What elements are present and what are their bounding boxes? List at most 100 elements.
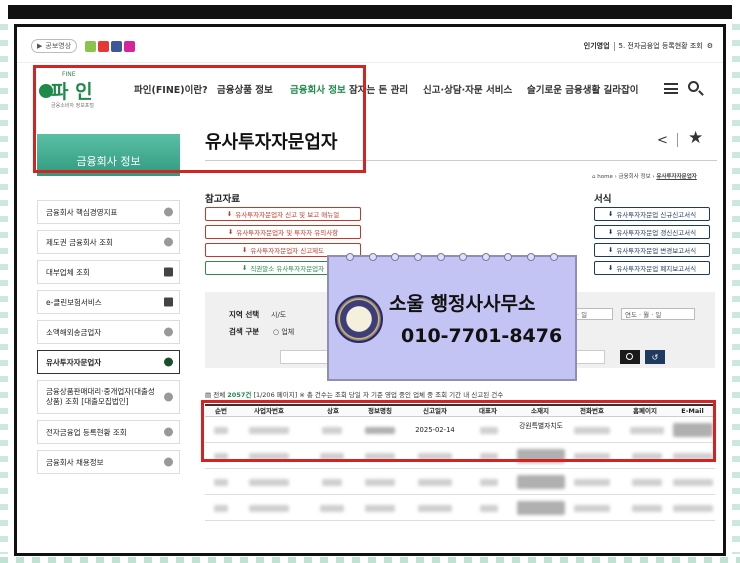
region-select[interactable]: 시/도 bbox=[271, 310, 286, 320]
sns-links bbox=[85, 40, 136, 52]
share-icon[interactable]: < bbox=[657, 133, 668, 148]
chevron-right-icon bbox=[164, 457, 173, 467]
radio-label: 업체 bbox=[281, 328, 295, 336]
ad-phone-number: 010-7701-8476 bbox=[401, 325, 563, 347]
home-icon[interactable]: ⌂ bbox=[592, 174, 596, 180]
sidebar-item-remittance[interactable]: 소액해외송금업자 bbox=[37, 320, 180, 344]
sidebar-item-label: 유사투자자문업자 bbox=[46, 357, 102, 367]
total-prefix: 전체 bbox=[213, 391, 226, 399]
cell-redacted bbox=[671, 495, 715, 521]
sidebar-item-lenders[interactable]: 대부업체 조회 bbox=[37, 260, 180, 284]
cell-redacted bbox=[671, 469, 715, 495]
cell-redacted bbox=[511, 469, 571, 495]
settings-icon[interactable]: ⚙ bbox=[707, 42, 713, 50]
external-link-icon bbox=[164, 297, 173, 307]
home-video-button[interactable]: ▶ 공보영상 bbox=[31, 39, 78, 53]
button-label: 직권말소 유사투자자문업자 bbox=[250, 265, 325, 273]
cell-redacted bbox=[467, 469, 511, 495]
blog-icon[interactable] bbox=[85, 40, 97, 52]
binder-rings bbox=[329, 253, 575, 263]
chevron-right-icon bbox=[164, 427, 173, 437]
sidebar-item-eclean[interactable]: e-클린보험서비스 bbox=[37, 290, 180, 314]
end-date-field[interactable]: 연도 · 월 · 일 bbox=[621, 308, 695, 320]
seal-icon bbox=[335, 295, 383, 343]
instagram-icon[interactable] bbox=[124, 40, 136, 52]
reset-button[interactable]: ↺ bbox=[645, 350, 665, 364]
cell-redacted bbox=[623, 469, 671, 495]
download-icon: ⬇ bbox=[607, 264, 614, 272]
youtube-icon[interactable] bbox=[98, 40, 110, 52]
form-button-new[interactable]: ⬇ 유사투자자문업 신규신고서식 bbox=[594, 207, 710, 221]
sidebar-item-label: 금융상품판매대리·중개업자(대출성 상품) 조회 [대출모집법인] bbox=[46, 386, 155, 406]
button-label: 유사투자자문업 폐지보고서식 bbox=[616, 265, 697, 273]
button-label: 유사투자자문업자 신고 및 보고 매뉴얼 bbox=[235, 211, 340, 219]
breadcrumb-section[interactable]: 금융회사 정보 bbox=[619, 174, 651, 180]
form-button-close[interactable]: ⬇ 유사투자자문업 폐지보고서식 bbox=[594, 261, 710, 275]
cell-redacted bbox=[241, 495, 297, 521]
popular-label: 인기영업 bbox=[583, 42, 610, 50]
form-button-renew[interactable]: ⬇ 유사투자자문업 갱신신고서식 bbox=[594, 225, 710, 239]
nav-item-guide[interactable]: 슬기로운 금융생활 길라잡이 bbox=[527, 82, 639, 96]
hamburger-menu-icon[interactable] bbox=[664, 83, 678, 94]
divider bbox=[613, 41, 615, 51]
search-type-radio[interactable]: ○ 업체 bbox=[273, 327, 294, 337]
sidebar-item-label: 금융회사 핵심경영지표 bbox=[46, 207, 118, 217]
sidebar-item-label: 대부업체 조회 bbox=[46, 267, 90, 277]
ad-banner[interactable]: 소울 행정사사무소 010-7701-8476 bbox=[327, 253, 577, 381]
search-icon[interactable] bbox=[688, 81, 699, 92]
facebook-icon[interactable] bbox=[111, 40, 123, 52]
sidebar-item-recruit[interactable]: 금융회사 채용정보 bbox=[37, 450, 180, 474]
chevron-right-icon bbox=[164, 392, 173, 402]
chevron-right-icon bbox=[164, 237, 173, 247]
popular-ticker[interactable]: 인기영업 5. 전자금융업 등록현황 조회 ⚙ bbox=[584, 41, 713, 51]
form-button-change[interactable]: ⬇ 유사투자자문업 변경보고서식 bbox=[594, 243, 710, 257]
cell-redacted bbox=[305, 495, 359, 521]
cell-redacted bbox=[209, 469, 233, 495]
cell-redacted bbox=[567, 495, 617, 521]
sidebar-item-agents[interactable]: 금융상품판매대리·중개업자(대출성 상품) 조회 [대출모집법인] bbox=[37, 380, 180, 414]
list-icon: ▤ bbox=[205, 391, 212, 399]
date-placeholder: 연도 · 월 · 일 bbox=[625, 311, 662, 319]
cell-redacted bbox=[567, 469, 617, 495]
browser-frame: ▶ 공보영상 인기영업 5. 전자금융업 등록현황 조회 ⚙ FINE 파 인 … bbox=[14, 24, 726, 556]
search-type-label: 검색 구분 bbox=[229, 327, 260, 336]
breadcrumb-home[interactable]: home bbox=[597, 174, 613, 180]
external-link-icon bbox=[164, 267, 173, 277]
cell-redacted bbox=[410, 495, 460, 521]
sidebar-item-institutions[interactable]: 제도권 금융회사 조회 bbox=[37, 230, 180, 254]
table-row[interactable] bbox=[205, 469, 715, 495]
decor-stripe-bottom bbox=[0, 557, 740, 563]
total-count: ▤ 전체 2057건 [1/206 페이지] ※ 총 건수는 조회 당일 자 기… bbox=[205, 389, 503, 399]
popular-item[interactable]: 5. 전자금융업 등록현황 조회 bbox=[619, 41, 703, 51]
sidebar-item-key-indicators[interactable]: 금융회사 핵심경영지표 bbox=[37, 200, 180, 224]
star-icon[interactable]: ★ bbox=[688, 128, 703, 148]
search-submit-button[interactable] bbox=[620, 350, 640, 364]
divider bbox=[677, 133, 678, 147]
total-pages: [1/206 페이지] bbox=[253, 391, 298, 399]
reference-button-caution[interactable]: ⬇ 유사투자자문업자 및 투자자 유의사항 bbox=[205, 225, 361, 239]
sidebar-item-label: 전자금융업 등록현황 조회 bbox=[46, 427, 127, 437]
download-icon: ⬇ bbox=[607, 210, 614, 218]
table-row[interactable] bbox=[205, 495, 715, 521]
nav-item-report-service[interactable]: 신고·상담·자문 서비스 bbox=[423, 82, 512, 96]
sidebar-item-e-finance[interactable]: 전자금융업 등록현황 조회 bbox=[37, 420, 180, 444]
button-label: 유사투자자문업자 및 투자자 유의사항 bbox=[236, 229, 339, 237]
sidebar-item-label: 제도권 금융회사 조회 bbox=[46, 237, 113, 247]
cell-redacted bbox=[305, 469, 359, 495]
total-count-value: 2057건 bbox=[227, 391, 252, 399]
cell-redacted bbox=[511, 495, 571, 521]
sidebar-menu: 금융회사 핵심경영지표 제도권 금융회사 조회 대부업체 조회 e-클린보험서비… bbox=[37, 200, 180, 480]
utility-bar: ▶ 공보영상 인기영업 5. 전자금융업 등록현황 조회 ⚙ bbox=[31, 37, 713, 55]
reference-button-manual[interactable]: ⬇ 유사투자자문업자 신고 및 보고 매뉴얼 bbox=[205, 207, 361, 221]
cell-redacted bbox=[467, 495, 511, 521]
play-icon: ▶ bbox=[37, 42, 43, 50]
button-label: 유사투자자문업 신규신고서식 bbox=[616, 211, 697, 219]
download-icon: ⬇ bbox=[607, 246, 614, 254]
cell-redacted bbox=[241, 469, 297, 495]
cell-redacted bbox=[623, 495, 671, 521]
ad-office-name: 소울 행정사사무소 bbox=[389, 293, 536, 315]
decor-stripe-right bbox=[732, 24, 740, 554]
home-video-label: 공보영상 bbox=[45, 42, 72, 50]
top-black-bar bbox=[8, 5, 732, 19]
sidebar-item-advisory[interactable]: 유사투자자문업자 bbox=[37, 350, 180, 374]
